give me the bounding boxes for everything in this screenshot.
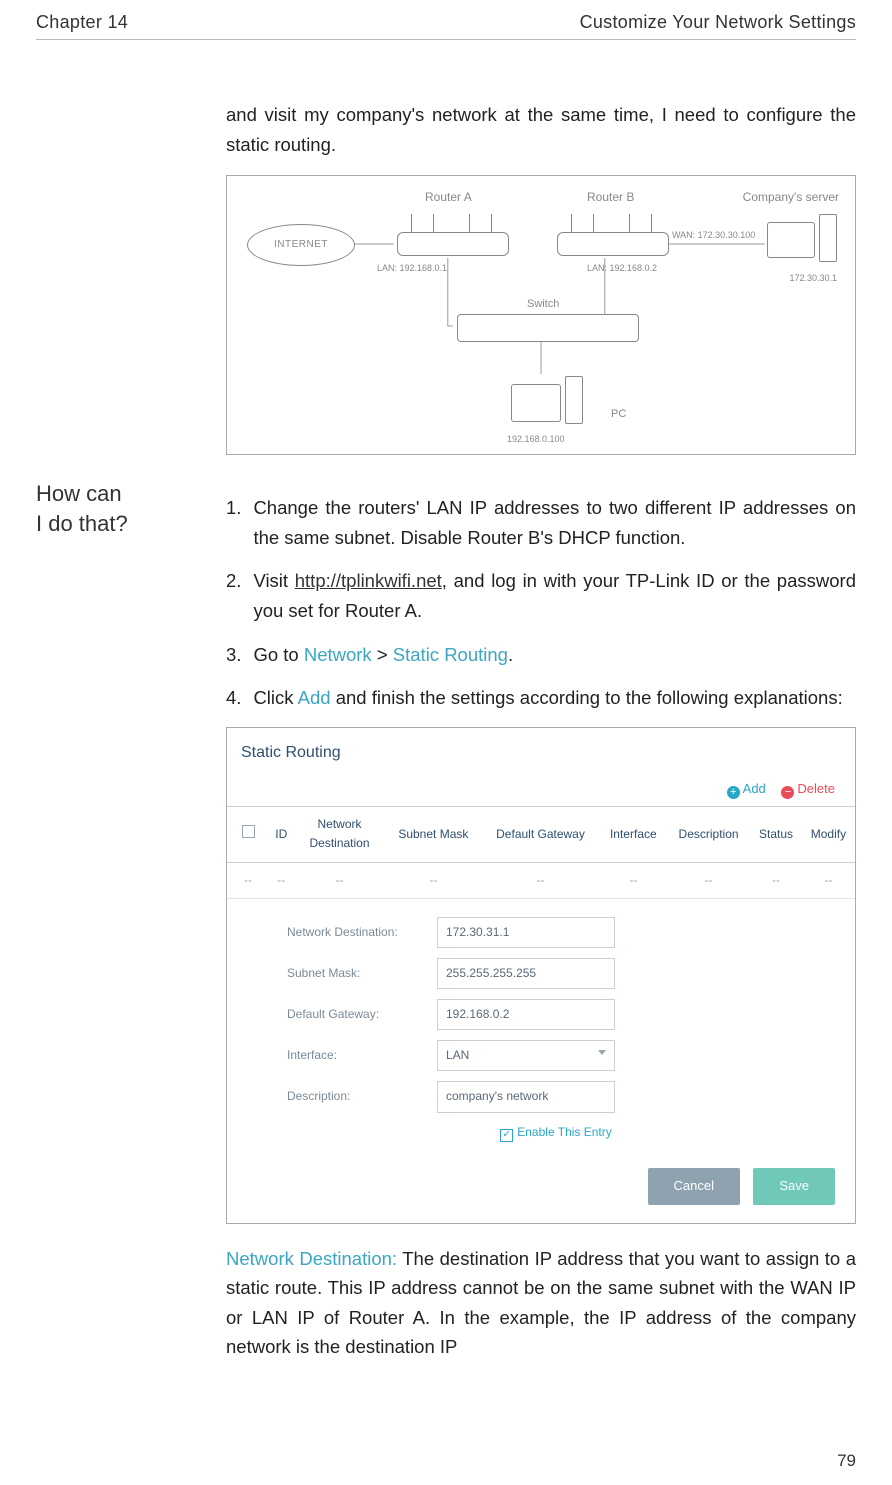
col-description: Description [667,807,750,862]
add-entry-form: Network Destination: 172.30.31.1 Subnet … [227,899,855,1168]
running-header: Chapter 14 Customize Your Network Settin… [36,12,856,40]
diagram-server-ip: 172.30.30.1 [789,271,837,285]
checkmark-icon: ✓ [500,1129,513,1142]
chapter-label: Chapter 14 [36,12,128,33]
step-4-text: Click Add and finish the settings accord… [253,683,842,713]
step-1-text: Change the routers' LAN IP addresses to … [253,493,856,552]
enable-entry-checkbox[interactable]: ✓Enable This Entry [287,1123,825,1142]
network-topology-diagram: Router A Router B Company's server INTER… [226,175,856,455]
internet-cloud-icon: INTERNET [247,224,355,266]
col-interface: Interface [600,807,667,862]
intro-paragraph-continuation: and visit my company's network at the sa… [226,100,856,159]
static-routing-ui-screenshot: Static Routing +Add −Delete ID Network D… [226,727,856,1224]
col-modify: Modify [802,807,855,862]
label-subnet-mask: Subnet Mask: [287,964,437,983]
page-number: 79 [837,1451,856,1471]
step-2-text: Visit http://tplinkwifi.net, and log in … [253,566,856,625]
default-gateway-input[interactable]: 192.168.0.2 [437,999,615,1030]
table-row: -- -- -- -- -- -- -- -- -- [227,862,855,898]
network-destination-input[interactable]: 172.30.31.1 [437,917,615,948]
description-input[interactable]: company's network [437,1081,615,1112]
col-id: ID [269,807,294,862]
panel-title: Static Routing [227,728,855,776]
section-label: Customize Your Network Settings [580,12,856,33]
diagram-lan-b-ip: LAN: 192.168.0.2 [587,261,657,275]
pc-icon [511,374,583,424]
diagram-label-switch: Switch [527,296,559,314]
diagram-wan-b-ip: WAN: 172.30.30.100 [672,228,755,242]
network-destination-explanation: Network Destination: The destination IP … [226,1244,856,1362]
diagram-label-pc: PC [611,406,626,424]
sidebar-how-can-i-do-that: How can I do that? [36,479,216,538]
minus-icon: − [781,786,794,799]
label-default-gateway: Default Gateway: [287,1005,437,1024]
switch-icon [457,314,639,342]
explanation-label: Network Destination: [226,1248,397,1269]
step-number-3: 3. [226,640,241,670]
step-number-2: 2. [226,566,241,625]
step-3-text: Go to Network > Static Routing. [253,640,513,670]
router-a-icon [397,212,507,256]
cancel-button[interactable]: Cancel [648,1168,740,1205]
diagram-pc-ip: 192.168.0.100 [507,432,565,446]
col-status: Status [750,807,802,862]
label-description: Description: [287,1087,437,1106]
tplinkwifi-link[interactable]: http://tplinkwifi.net [295,570,442,591]
plus-icon: + [727,786,740,799]
diagram-label-router-b: Router B [587,188,634,207]
delete-button[interactable]: −Delete [781,781,835,796]
network-keyword: Network [304,644,372,665]
static-routing-table: ID Network Destination Subnet Mask Defau… [227,806,855,899]
router-b-icon [557,212,667,256]
diagram-lan-a-ip: LAN: 192.168.0.1 [377,261,447,275]
interface-select[interactable]: LAN [437,1040,615,1071]
select-all-checkbox[interactable] [242,825,255,838]
add-keyword: Add [298,687,331,708]
step-number-4: 4. [226,683,241,713]
server-icon [767,212,837,262]
step-number-1: 1. [226,493,241,552]
col-default-gateway: Default Gateway [481,807,600,862]
add-button[interactable]: +Add [727,781,766,796]
static-routing-keyword: Static Routing [393,644,508,665]
label-network-destination: Network Destination: [287,923,437,942]
subnet-mask-input[interactable]: 255.255.255.255 [437,958,615,989]
diagram-label-company-server: Company's server [743,188,839,207]
label-interface: Interface: [287,1046,437,1065]
col-subnet-mask: Subnet Mask [386,807,482,862]
diagram-label-router-a: Router A [425,188,472,207]
save-button[interactable]: Save [753,1168,835,1205]
col-network-destination: Network Destination [294,807,386,862]
